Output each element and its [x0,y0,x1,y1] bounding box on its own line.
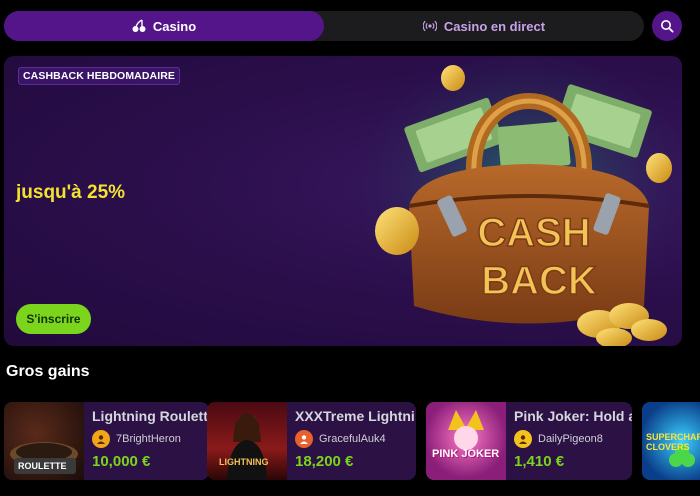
signup-button[interactable]: S'inscrire [16,304,91,334]
thumbnail-caption: SUPERCHARGED CLOVERS [646,432,700,452]
game-thumbnail: LIGHTNING [207,402,287,480]
win-amount: 18,200 € [295,453,354,470]
big-wins-title: Gros gains [6,363,90,380]
user-icon [97,435,105,444]
win-game-name: XXXTreme Lightning Roulette [295,408,415,424]
game-thumbnail: PINK JOKER [426,402,506,480]
win-card[interactable]: ROULETTE Lightning Roulette 7BrightHeron… [4,402,209,480]
win-amount: 1,410 € [514,453,565,470]
win-username: 7BrightHeron [116,433,181,445]
dealer-figure-icon [227,413,267,480]
win-amount: 10,000 € [92,453,151,470]
win-card[interactable]: LIGHTNING XXXTreme Lightning Roulette Gr… [207,402,416,480]
win-game-name: Lightning Roulette [92,408,209,424]
win-game-name: Pink Joker: Hold and Win [514,408,632,424]
promo-headline: jusqu'à 25% [16,182,126,203]
thumbnail-caption: ROULETTE [18,461,67,471]
tab-live-casino[interactable]: Casino en direct [324,11,644,41]
win-username: GracefulAuk4 [319,433,386,445]
tab-casino[interactable]: Casino [4,11,324,41]
game-thumbnail: ROULETTE [4,402,84,480]
win-username: DailyPigeon8 [538,433,603,445]
promo-badge: CASHBACK HEBDOMADAIRE [18,67,181,85]
user-icon [519,435,527,444]
avatar [295,430,313,448]
live-broadcast-icon [422,20,437,32]
mode-tabs: Casino Casino en direct [4,11,644,41]
win-card[interactable]: SUPERCHARGED CLOVERS [642,402,700,480]
joker-icon [448,410,484,450]
cashback-bag-illustration: CASH BACK [354,56,682,346]
win-user: 7BrightHeron [92,430,181,448]
avatar [92,430,110,448]
tab-live-casino-label: Casino en direct [443,18,546,34]
search-icon [661,20,674,33]
thumbnail-caption: PINK JOKER [432,448,500,460]
tab-casino-label: Casino [152,18,197,34]
game-thumbnail: SUPERCHARGED CLOVERS [642,402,700,480]
svg-text:BACK: BACK [481,259,597,303]
avatar [514,430,532,448]
big-wins-carousel[interactable]: ROULETTE Lightning Roulette 7BrightHeron… [0,402,700,480]
svg-text:CASH: CASH [477,211,590,255]
cherries-icon [132,19,146,32]
thumbnail-caption: LIGHTNING [219,457,269,467]
win-user: GracefulAuk4 [295,430,386,448]
win-user: DailyPigeon8 [514,430,603,448]
search-button[interactable] [652,11,682,41]
cashback-banner[interactable]: CASHBACK HEBDOMADAIRE jusqu'à 25% S'insc… [4,56,682,346]
win-card[interactable]: PINK JOKER Pink Joker: Hold and Win Dail… [426,402,632,480]
user-icon [300,435,308,444]
